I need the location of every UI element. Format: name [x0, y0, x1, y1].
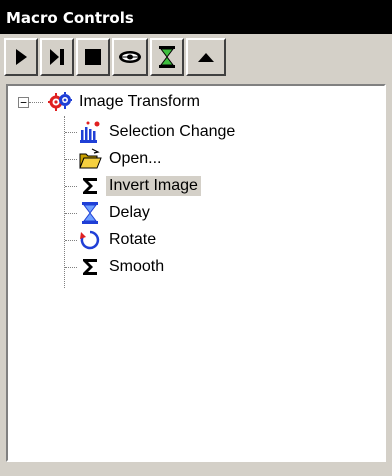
- stop-icon: [85, 49, 101, 65]
- toolbar: [0, 34, 392, 82]
- collapse-button[interactable]: [186, 38, 226, 76]
- tree-node-invert-image[interactable]: Invert Image: [78, 174, 201, 198]
- eye-icon: [119, 51, 141, 63]
- collapse-expander[interactable]: −: [18, 97, 29, 108]
- tree-connector: [65, 240, 77, 241]
- window-footer: [0, 462, 392, 476]
- play-button[interactable]: [4, 38, 38, 76]
- tree-connector: [65, 132, 77, 133]
- tree-node-label: Rotate: [109, 231, 157, 248]
- stop-button[interactable]: [76, 38, 110, 76]
- window-title: Macro Controls: [6, 9, 134, 27]
- title-bar[interactable]: Macro Controls: [0, 0, 392, 34]
- tree-node-smooth[interactable]: Smooth: [78, 255, 167, 279]
- tree-node-label: Image Transform: [79, 93, 200, 110]
- tree-node-image-transform[interactable]: Image Transform: [48, 90, 203, 114]
- delay-button[interactable]: [150, 38, 184, 76]
- tree-node-rotate[interactable]: Rotate: [78, 228, 159, 252]
- step-button[interactable]: [40, 38, 74, 76]
- tree-connector: [29, 102, 43, 103]
- folder-open-icon: [79, 148, 102, 169]
- triangle-up-icon: [198, 53, 214, 62]
- tree-node-label: Smooth: [109, 258, 165, 275]
- step-icon: [50, 49, 64, 65]
- tree-node-delay[interactable]: Delay: [78, 201, 153, 225]
- rotate-icon: [80, 230, 100, 250]
- tree-connector: [65, 159, 77, 160]
- tree-node-selection-change[interactable]: Selection Change: [78, 120, 238, 144]
- tree-node-label: Invert Image: [106, 176, 201, 196]
- tree-connector: [65, 213, 77, 214]
- eye-button[interactable]: [112, 38, 148, 76]
- sigma-icon: [83, 178, 97, 194]
- sigma-icon: [83, 259, 97, 275]
- macro-tree-panel[interactable]: − Image Transform Selection Change Open.…: [6, 84, 386, 462]
- tree-connector: [64, 116, 65, 288]
- tree-connector: [65, 267, 77, 268]
- hourglass-icon: [159, 46, 175, 68]
- macro-controls-window: Macro Controls − Image Transform Selecti…: [0, 0, 392, 476]
- tree-connector: [65, 186, 77, 187]
- tree-node-label: Open...: [109, 150, 162, 167]
- hand-pointer-icon: [80, 121, 100, 143]
- play-icon: [16, 49, 27, 65]
- hourglass-icon: [82, 202, 98, 224]
- tree-node-label: Selection Change: [109, 123, 236, 140]
- tree-node-label: Delay: [109, 204, 150, 221]
- gears-icon: [48, 92, 72, 111]
- tree-node-open[interactable]: Open...: [78, 147, 164, 171]
